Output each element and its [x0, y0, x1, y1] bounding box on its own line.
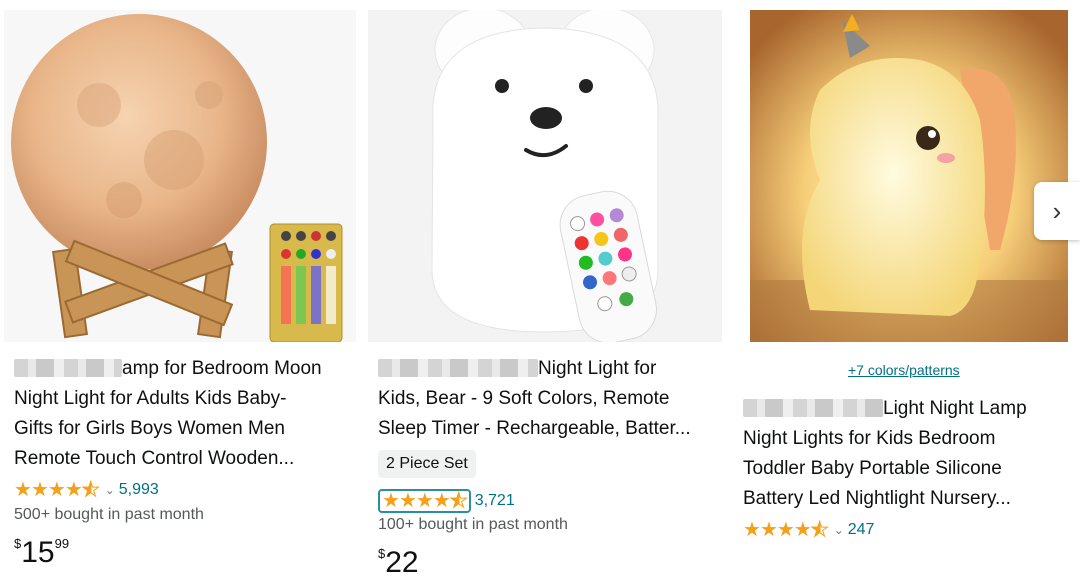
rating-row[interactable]: ★ ★ ★ ★ ★ 3,721	[378, 489, 515, 513]
half-star-icon: ★	[449, 490, 468, 512]
bought-text: 100+ bought in past month	[378, 516, 568, 533]
title-text: Night Light for	[538, 358, 657, 379]
title-line: Sleep Timer - Rechargeable, Batter...	[378, 418, 691, 439]
color-variants-link[interactable]: +7 colors/patterns	[848, 362, 960, 378]
star-icon: ★	[30, 479, 49, 501]
star-icon: ★	[47, 479, 66, 501]
rating-count-link[interactable]: 247	[848, 521, 875, 539]
title-text: amp for Bedroom Moon	[122, 358, 322, 379]
rating-count-link[interactable]: 3,721	[475, 492, 515, 510]
star-icon: ★	[382, 490, 400, 512]
product-card-moon-lamp[interactable]: amp for Bedroom Moon Night Light for Adu…	[4, 0, 356, 569]
star-icon: ★	[432, 490, 451, 512]
rating-row[interactable]: ★ ★ ★ ★ ★ ⌄ 247	[743, 519, 875, 541]
chevron-down-icon[interactable]: ⌄	[105, 483, 115, 497]
redacted-text	[743, 399, 883, 417]
chevron-down-icon[interactable]: ⌄	[834, 523, 844, 537]
bought-text: 500+ bought in past month	[14, 506, 204, 523]
title-line: Toddler Baby Portable Silicone	[743, 458, 1002, 479]
redacted-text	[378, 359, 538, 377]
price: $22	[378, 546, 419, 580]
title-line: Remote Touch Control Wooden...	[14, 448, 295, 469]
price: $1599	[14, 536, 69, 570]
product-image-unicorn-lamp[interactable]	[750, 10, 1068, 342]
title-text: Light Night Lamp	[883, 398, 1027, 419]
product-image-moon-lamp[interactable]	[4, 10, 356, 342]
title-line: Light Night Lamp	[743, 394, 1078, 424]
title-line: Gifts for Girls Boys Women Men	[14, 418, 285, 439]
star-icon: ★	[793, 519, 812, 541]
title-line: Night Lights for Kids Bedroom	[743, 428, 996, 449]
star-icon: ★	[776, 519, 795, 541]
carousel-next-button[interactable]: ›	[1034, 182, 1080, 240]
product-image-bear-lamp[interactable]	[368, 10, 722, 342]
redacted-text	[14, 359, 122, 377]
title-line: amp for Bedroom Moon	[14, 354, 354, 384]
title-line: Night Light for	[378, 354, 720, 384]
title-line: Kids, Bear - 9 Soft Colors, Remote	[378, 388, 670, 409]
star-icon: ★	[415, 490, 434, 512]
product-title[interactable]: Night Light for Kids, Bear - 9 Soft Colo…	[378, 354, 720, 444]
product-title[interactable]: amp for Bedroom Moon Night Light for Adu…	[14, 354, 354, 474]
title-line: Battery Led Nightlight Nursery...	[743, 488, 1011, 509]
half-star-icon: ★	[81, 479, 100, 501]
star-icon: ★	[64, 479, 83, 501]
product-title[interactable]: Light Night Lamp Night Lights for Kids B…	[743, 394, 1078, 514]
star-rating[interactable]: ★ ★ ★ ★ ★	[743, 519, 829, 541]
star-rating[interactable]: ★ ★ ★ ★ ★	[378, 489, 471, 513]
price-cents: 99	[54, 536, 70, 551]
star-icon: ★	[14, 479, 32, 501]
star-icon: ★	[759, 519, 778, 541]
price-whole: 15	[21, 536, 55, 569]
star-icon: ★	[398, 490, 417, 512]
star-icon: ★	[743, 519, 761, 541]
product-card-bear-lamp[interactable]: Night Light for Kids, Bear - 9 Soft Colo…	[368, 0, 722, 579]
star-rating[interactable]: ★ ★ ★ ★ ★	[14, 479, 100, 501]
price-whole: 22	[385, 546, 419, 579]
rating-count-link[interactable]: 5,993	[119, 481, 159, 499]
chevron-right-icon: ›	[1052, 195, 1062, 226]
title-line: Night Light for Adults Kids Baby-	[14, 388, 287, 409]
rating-row[interactable]: ★ ★ ★ ★ ★ ⌄ 5,993	[14, 479, 159, 501]
variant-badge: 2 Piece Set	[378, 450, 476, 478]
half-star-icon: ★	[810, 519, 829, 541]
product-card-unicorn-lamp[interactable]: › +7 colors/patterns Light Night Lamp Ni…	[734, 0, 1080, 558]
